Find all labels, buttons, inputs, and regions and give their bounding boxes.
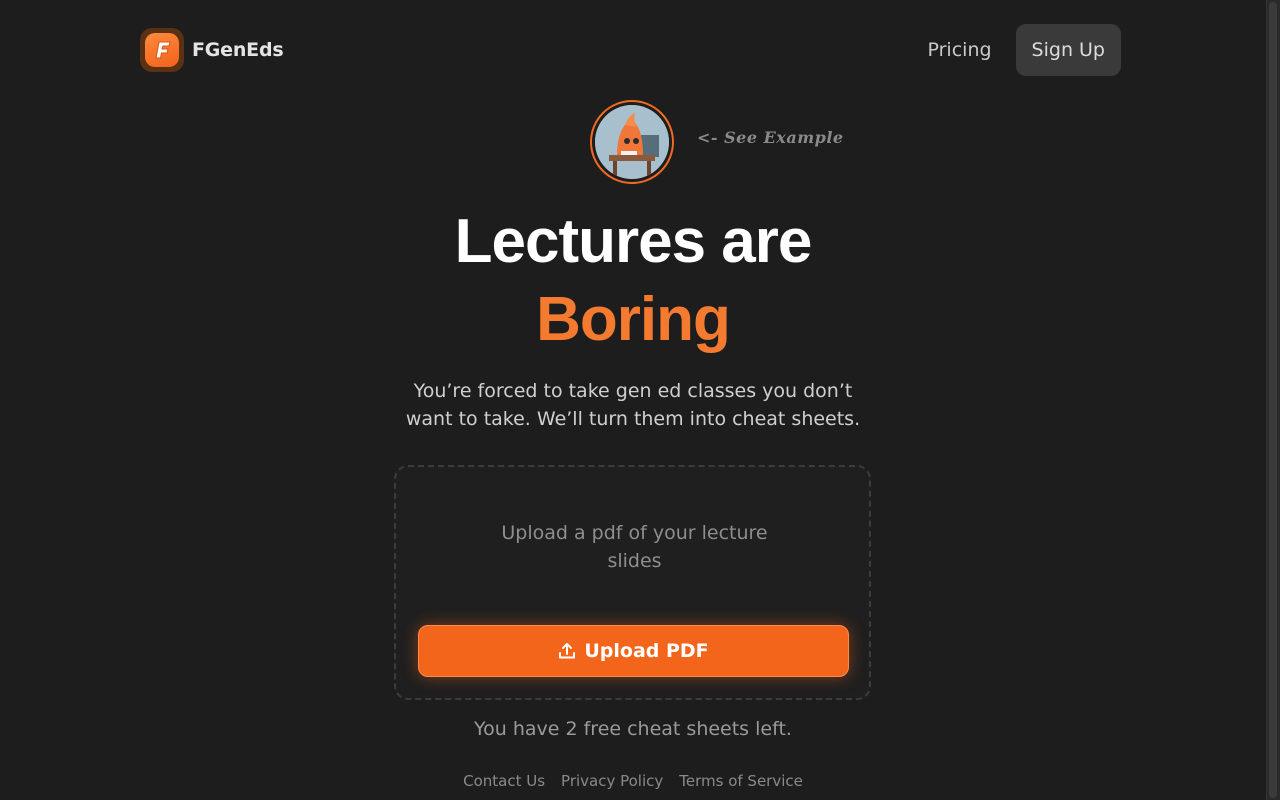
example-section: <- See Example xyxy=(590,100,843,184)
contact-us-link[interactable]: Contact Us xyxy=(463,772,545,790)
hero-title: Lectures are Boring xyxy=(0,203,1266,359)
hero-title-line1: Lectures are xyxy=(454,207,813,276)
scrollbar[interactable] xyxy=(1266,0,1280,800)
example-avatar[interactable] xyxy=(590,100,674,184)
hero-subtitle: You’re forced to take gen ed classes you… xyxy=(405,380,861,430)
privacy-policy-link[interactable]: Privacy Policy xyxy=(561,772,663,790)
upload-pdf-button[interactable]: Upload PDF xyxy=(418,625,849,677)
upload-button-label: Upload PDF xyxy=(584,640,709,662)
logo-icon[interactable] xyxy=(140,28,184,72)
top-header: FGenEds Pricing Sign Up xyxy=(140,24,1121,76)
footer: Contact Us Privacy Policy Terms of Servi… xyxy=(0,772,1266,790)
brand[interactable]: FGenEds xyxy=(140,28,284,72)
terms-of-service-link[interactable]: Terms of Service xyxy=(679,772,803,790)
mascot-image xyxy=(595,105,669,179)
pricing-link[interactable]: Pricing xyxy=(928,39,992,61)
see-example-label[interactable]: <- See Example xyxy=(697,128,844,147)
upload-prompt: Upload a pdf of your lecture slides xyxy=(501,522,768,572)
free-credits-text: You have 2 free cheat sheets left. xyxy=(474,718,792,740)
scrollbar-thumb[interactable] xyxy=(1269,2,1277,798)
upload-icon xyxy=(559,643,576,659)
sign-up-button[interactable]: Sign Up xyxy=(1015,24,1121,76)
pdf-dropzone[interactable]: Upload a pdf of your lecture slides Uplo… xyxy=(394,465,871,700)
main-nav: Pricing Sign Up xyxy=(928,24,1121,76)
hero-title-accent: Boring xyxy=(536,285,731,354)
brand-name[interactable]: FGenEds xyxy=(192,39,284,61)
